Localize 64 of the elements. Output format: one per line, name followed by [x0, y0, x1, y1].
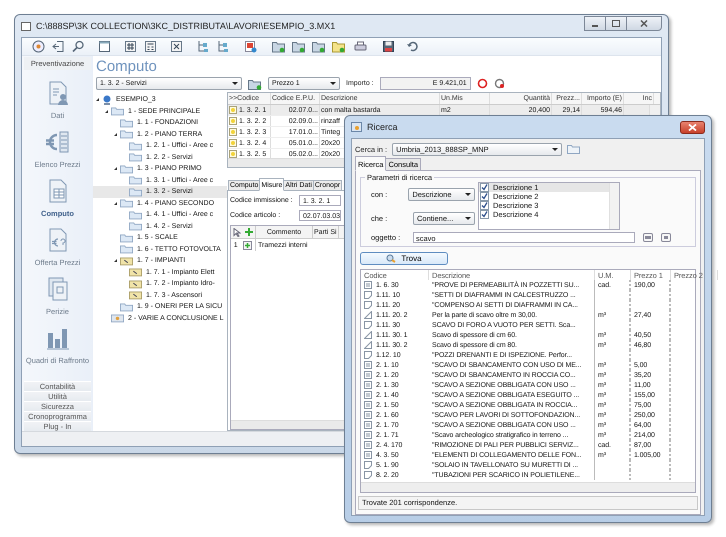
printer-icon[interactable]	[354, 40, 367, 53]
maximize-icon	[612, 20, 620, 27]
expander-icon[interactable]	[114, 132, 117, 136]
page-heading: Computo	[95, 57, 158, 75]
expander-icon[interactable]	[96, 98, 99, 102]
circle-icon[interactable]	[32, 40, 45, 53]
expander-icon[interactable]	[114, 259, 117, 262]
exit-icon[interactable]	[52, 40, 65, 53]
caret-icon	[465, 193, 471, 196]
or-button[interactable]	[661, 233, 671, 242]
bullet-icon	[229, 128, 237, 136]
minimize-button[interactable]	[584, 16, 606, 31]
bullet-icon	[229, 106, 237, 114]
checkbox[interactable]	[480, 192, 489, 201]
wedge-icon	[364, 311, 372, 319]
calc-icon[interactable]	[144, 40, 157, 53]
list-item-icon	[364, 441, 372, 449]
tree-icon[interactable]	[196, 40, 209, 53]
caret-icon	[232, 82, 238, 85]
checkbox[interactable]	[480, 201, 489, 210]
checkbox[interactable]	[480, 210, 489, 219]
expander-icon[interactable]	[114, 202, 117, 205]
plus-icon[interactable]	[245, 228, 253, 236]
caret-icon	[552, 148, 558, 150]
page-icon	[364, 321, 372, 329]
pointer-icon[interactable]	[233, 228, 241, 236]
tree-icon[interactable]	[216, 40, 229, 53]
list-item-icon	[364, 411, 372, 419]
caret-icon	[330, 82, 336, 85]
save-icon[interactable]	[382, 40, 395, 53]
and-button[interactable]	[643, 233, 653, 242]
close-button[interactable]	[626, 16, 662, 31]
expander-icon[interactable]	[114, 167, 117, 170]
list-item-icon	[364, 361, 372, 369]
list-item-icon	[364, 391, 372, 399]
list-item-icon	[364, 381, 372, 389]
list-item-icon	[364, 401, 372, 409]
checkbox[interactable]	[480, 183, 489, 192]
close-icon	[688, 124, 697, 130]
dialog-title: Ricerca	[367, 122, 398, 132]
list-item-icon	[364, 281, 372, 289]
bullet-icon	[229, 139, 237, 147]
window-title: C:\888SP\3K COLLECTION\3KC_DISTRIBUTA\LAVORI\ESEMPIO_3.MX1	[36, 21, 336, 31]
bullet-icon	[229, 117, 237, 125]
window-icon	[21, 22, 31, 30]
expander-icon[interactable]	[105, 110, 108, 113]
undo-icon[interactable]	[406, 40, 419, 53]
close-button[interactable]	[680, 120, 705, 134]
list-item-icon	[364, 371, 372, 379]
maximize-button[interactable]	[605, 16, 627, 31]
list-item-icon	[364, 421, 372, 429]
list-item-icon	[364, 451, 372, 459]
plus-icon[interactable]	[243, 240, 252, 250]
vertical-scrollbar[interactable]	[609, 183, 619, 229]
page-icon	[364, 351, 372, 359]
caret-icon	[465, 217, 471, 220]
find-button[interactable]: Trova	[360, 252, 448, 265]
hash-icon[interactable]	[124, 40, 137, 53]
horizontal-scrollbar[interactable]	[361, 482, 695, 492]
window-icon[interactable]	[98, 40, 111, 53]
bullet-icon	[229, 150, 237, 158]
close-icon	[640, 20, 648, 27]
euro-list-icon	[44, 129, 70, 155]
list-item-icon	[364, 431, 372, 439]
